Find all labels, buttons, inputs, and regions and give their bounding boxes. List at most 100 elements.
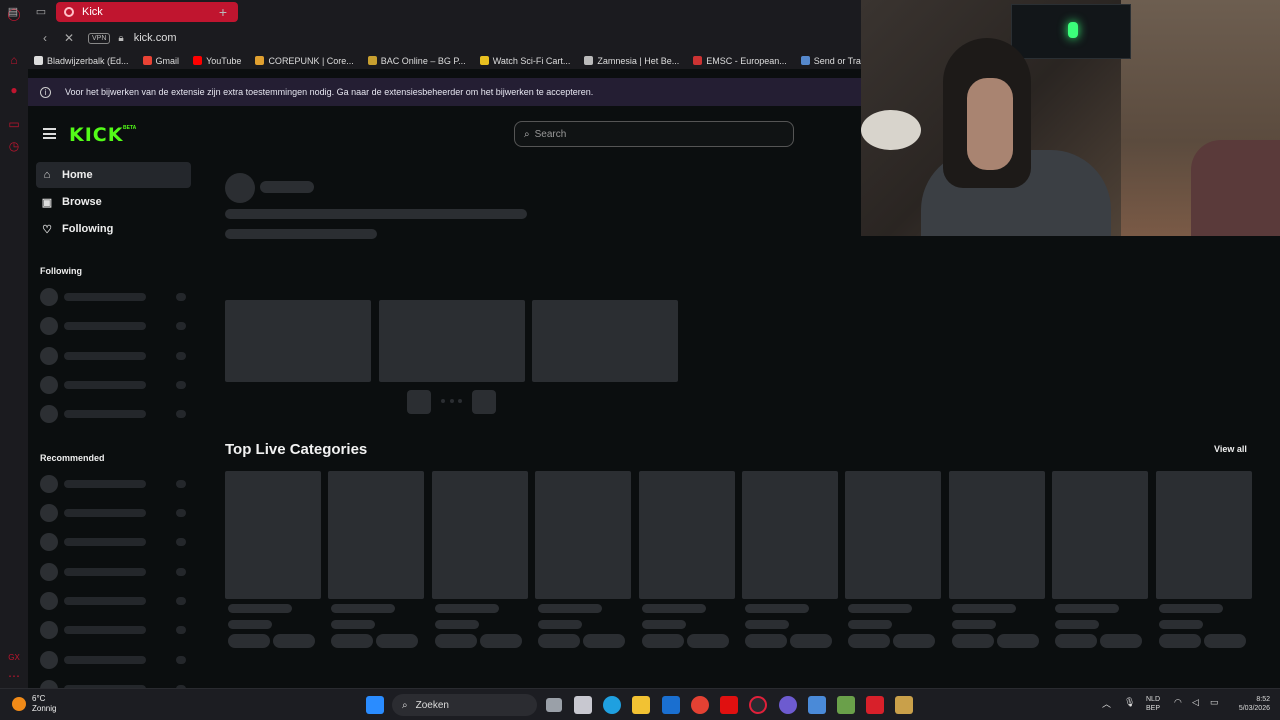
discord-icon[interactable] <box>779 696 797 714</box>
bookmark-label: Send or Transfer... <box>813 55 861 66</box>
channel-skeleton-row[interactable] <box>40 504 190 522</box>
wifi-icon[interactable]: ◠ <box>1174 697 1182 708</box>
channel-viewers-skeleton <box>176 509 186 517</box>
channel-skeleton-row[interactable] <box>40 317 190 335</box>
carousel-card-skeleton[interactable] <box>379 300 525 382</box>
carousel-dot[interactable] <box>458 399 462 403</box>
battery-icon[interactable]: ▭ <box>1210 697 1219 708</box>
taskbar-search[interactable]: ⌕ Zoeken <box>392 694 537 716</box>
sidebar-gx-icon[interactable]: GX <box>6 650 22 666</box>
sidebar-pinboard-icon[interactable]: ▭ <box>6 116 22 132</box>
category-tag-skeleton <box>1158 634 1201 648</box>
category-viewers-skeleton <box>331 620 376 629</box>
clock[interactable]: 8:52 5/03/2026 <box>1230 695 1270 713</box>
category-thumb-skeleton <box>948 471 1045 599</box>
task-view-icon[interactable] <box>546 698 562 712</box>
app-icon[interactable] <box>837 696 855 714</box>
webcam-green-light <box>1068 22 1078 38</box>
recorder-icon[interactable] <box>866 696 884 714</box>
carousel-card-skeleton[interactable] <box>225 300 371 382</box>
bookmark-item[interactable]: BAC Online – BG P... <box>367 56 466 66</box>
view-all-link[interactable]: View all <box>1214 444 1247 454</box>
nav-following[interactable]: ♡ Following <box>36 216 191 242</box>
opera-gx-icon[interactable] <box>749 696 767 714</box>
bookmark-item[interactable]: EMSC - European... <box>693 56 787 66</box>
volume-icon[interactable]: ◁ <box>1192 697 1199 708</box>
lock-icon[interactable]: 🔒︎ <box>118 33 123 44</box>
league-icon[interactable] <box>895 696 913 714</box>
new-tab-button[interactable]: + <box>215 4 231 20</box>
vpn-badge[interactable]: VPN <box>88 32 111 44</box>
channel-skeleton-row[interactable] <box>40 347 190 365</box>
webcam-blanket <box>1191 140 1280 236</box>
channel-skeleton-row[interactable] <box>40 475 190 493</box>
channel-name-skeleton <box>64 626 146 634</box>
workspace-icon[interactable]: ▤ <box>6 5 20 19</box>
outlook-icon[interactable] <box>662 696 680 714</box>
store-icon[interactable] <box>574 696 592 714</box>
bookmark-item[interactable]: Gmail <box>142 55 180 66</box>
bookmark-item[interactable]: Bladwijzerbalk (Ed... <box>34 56 129 66</box>
edge-icon[interactable] <box>603 696 621 714</box>
menu-icon[interactable] <box>43 128 56 139</box>
sidebar-messenger-icon[interactable]: ● <box>6 82 22 98</box>
channel-skeleton-row[interactable] <box>40 288 190 306</box>
channel-skeleton-row[interactable] <box>40 533 190 551</box>
taskbar-search-label: Zoeken <box>415 699 449 711</box>
bookmark-item[interactable]: COREPUNK | Core... <box>255 56 354 66</box>
channel-skeleton-row[interactable] <box>40 651 190 669</box>
youtube-icon[interactable] <box>720 696 738 714</box>
category-tag-skeleton <box>641 634 684 648</box>
tray-chevron-icon[interactable]: ︿ <box>1102 697 1111 710</box>
bookmark-favicon-icon <box>193 56 203 65</box>
chrome-icon[interactable] <box>691 696 709 714</box>
weather-widget[interactable]: 6°C Zonnig <box>12 694 56 714</box>
sidebar-app-icon[interactable]: ⌂ <box>6 52 22 68</box>
bookmark-item[interactable]: Watch Sci-Fi Cart... <box>479 56 570 66</box>
channel-skeleton-row[interactable] <box>40 621 190 639</box>
category-thumb-skeleton <box>431 471 528 599</box>
carousel-dot[interactable] <box>450 399 454 403</box>
nav-home[interactable]: ⌂ Home <box>36 162 191 188</box>
bookmark-favicon-icon <box>34 56 43 65</box>
stop-loading-icon[interactable]: ✕ <box>60 29 78 47</box>
file-explorer-icon[interactable] <box>632 696 650 714</box>
channel-skeleton-row[interactable] <box>40 563 190 581</box>
carousel-card-skeleton[interactable] <box>532 300 678 382</box>
sidebar-more-icon[interactable]: ⋯ <box>6 668 22 684</box>
bookmark-label: Gmail <box>155 55 180 66</box>
sidebar-history-icon[interactable]: ◷ <box>6 138 22 154</box>
carousel-next-button[interactable] <box>472 390 496 414</box>
category-thumb-skeleton <box>1052 471 1149 599</box>
tab-list-icon[interactable]: ▭ <box>34 5 48 19</box>
bookmark-item[interactable]: Zamnesia | Het Be... <box>584 56 679 66</box>
search-input[interactable]: ⌕ Search <box>514 121 794 147</box>
category-name-skeleton <box>641 604 706 613</box>
carousel-prev-button[interactable] <box>407 390 431 414</box>
carousel-dot[interactable] <box>441 399 445 403</box>
back-icon[interactable]: ‹ <box>36 29 54 47</box>
channel-name-skeleton <box>64 352 146 360</box>
url-field[interactable]: kick.com <box>134 32 177 44</box>
bookmark-item[interactable]: YouTube <box>193 56 241 66</box>
kick-logo[interactable]: KICK <box>69 124 123 146</box>
channel-avatar-skeleton <box>40 504 58 522</box>
channel-skeleton-row[interactable] <box>40 405 190 423</box>
microphone-icon[interactable]: 🎙︎ <box>1124 697 1135 708</box>
category-thumb-skeleton <box>328 471 425 599</box>
channel-skeleton-row[interactable] <box>40 592 190 610</box>
channel-avatar-skeleton <box>40 621 58 639</box>
calculator-icon[interactable] <box>808 696 826 714</box>
nav-browse[interactable]: ▣ Browse <box>36 189 191 215</box>
bookmarks-bar: Bladwijzerbalk (Ed... Gmail YouTube COREPUN… <box>28 52 861 69</box>
windows-start-icon[interactable] <box>366 696 384 714</box>
channel-skeleton-row[interactable] <box>40 376 190 394</box>
info-icon: i <box>40 86 51 98</box>
language-indicator[interactable]: NLD BEP <box>1146 695 1160 713</box>
category-viewers-skeleton <box>1158 620 1203 629</box>
bookmark-item[interactable]: Send or Transfer... <box>800 55 861 66</box>
beta-badge: BETA <box>123 125 137 131</box>
channel-name-skeleton <box>64 410 146 418</box>
channel-viewers-skeleton <box>176 322 186 330</box>
tab-kick[interactable]: Kick <box>56 2 238 22</box>
